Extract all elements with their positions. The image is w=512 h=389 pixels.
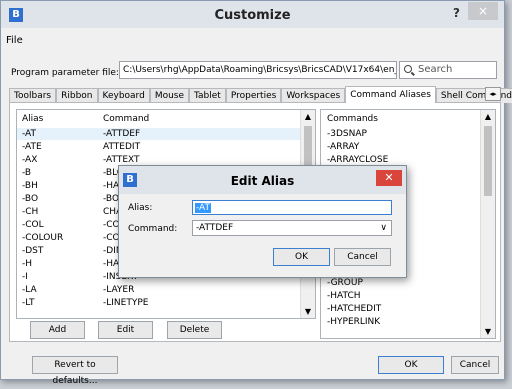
tab-toolbars[interactable]: Toolbars (9, 88, 57, 103)
list-item[interactable]: -HATCHEDIT (327, 303, 381, 315)
menu-bar: File (1, 35, 23, 49)
edit-button[interactable]: Edit (98, 321, 153, 339)
tab-tablet[interactable]: Tablet (189, 88, 226, 103)
help-button[interactable]: ? (453, 6, 460, 20)
scroll-up-icon[interactable]: ▲ (301, 112, 315, 121)
param-file-label: Program parameter file: (11, 68, 119, 78)
tab-properties[interactable]: Properties (225, 88, 282, 103)
table-row[interactable]: -ATE ATTEDIT (17, 141, 300, 153)
tab-ribbon[interactable]: Ribbon (56, 88, 98, 103)
title-bar: B Customize ? × (1, 1, 504, 28)
list-item[interactable]: -HATCH (327, 290, 361, 302)
list-item[interactable]: -3DSNAP (327, 128, 367, 140)
list-item[interactable]: -HYPERLINK (327, 316, 380, 328)
window-title: Customize (214, 8, 291, 23)
alias-input[interactable]: -AT (192, 200, 392, 215)
scroll-down-icon[interactable]: ▼ (301, 307, 315, 316)
revert-to-defaults-button[interactable]: Revert to defaults... (32, 356, 118, 386)
tab-command-aliases[interactable]: Command Aliases (345, 86, 436, 103)
add-button[interactable]: Add (30, 321, 85, 339)
command-select[interactable]: -ATTDEF ∨ (192, 220, 392, 236)
param-file-field[interactable]: C:\Users\rhg\AppData\Roaming\Bricsys\Bri… (119, 61, 397, 79)
dialog-cancel-button[interactable]: Cancel (334, 248, 391, 266)
ok-button[interactable]: OK (378, 356, 444, 374)
search-icon (404, 65, 412, 73)
dialog-ok-button[interactable]: OK (273, 248, 330, 266)
close-button[interactable]: × (468, 2, 498, 20)
edit-alias-dialog: B Edit Alias ✕ Alias: -AT Command: -ATTD… (118, 165, 407, 278)
tab-strip: Toolbars Ribbon Keyboard Mouse Tablet Pr… (9, 86, 512, 103)
tab-workspaces[interactable]: Workspaces (281, 88, 346, 103)
table-row[interactable]: -LT -LINETYPE (17, 297, 300, 309)
command-label: Command: (128, 224, 178, 234)
list-item[interactable]: -ARRAY (327, 141, 359, 153)
search-input[interactable]: Search (399, 61, 497, 79)
commands-scrollbar[interactable]: ▲ ▼ (480, 110, 495, 338)
scroll-down-icon[interactable]: ▼ (481, 327, 495, 336)
column-header-commands: Commands (327, 114, 378, 124)
scroll-up-icon[interactable]: ▲ (481, 112, 495, 121)
alias-label: Alias: (128, 203, 153, 213)
column-header-alias[interactable]: Alias (22, 114, 43, 124)
dialog-title-bar: B Edit Alias ✕ (119, 166, 406, 194)
scroll-thumb[interactable] (484, 126, 492, 196)
list-item[interactable]: -GROUP (327, 277, 363, 289)
delete-button[interactable]: Delete (167, 321, 222, 339)
search-placeholder: Search (418, 64, 453, 75)
tab-mouse[interactable]: Mouse (149, 88, 190, 103)
menu-file[interactable]: File (1, 35, 23, 46)
column-header-command[interactable]: Command (103, 114, 149, 124)
table-row[interactable]: -AT -ATTDEF (17, 128, 300, 140)
tab-keyboard[interactable]: Keyboard (97, 88, 150, 103)
table-row[interactable]: -LA -LAYER (17, 284, 300, 296)
dialog-close-button[interactable]: ✕ (376, 170, 402, 186)
cancel-button[interactable]: Cancel (451, 356, 499, 374)
tab-scroll-arrows[interactable]: ◂▸ (485, 87, 501, 101)
alias-input-value: -AT (195, 203, 212, 213)
command-select-value: -ATTDEF (196, 223, 234, 233)
chevron-down-icon[interactable]: ∨ (380, 221, 387, 235)
dialog-title: Edit Alias (230, 174, 295, 188)
